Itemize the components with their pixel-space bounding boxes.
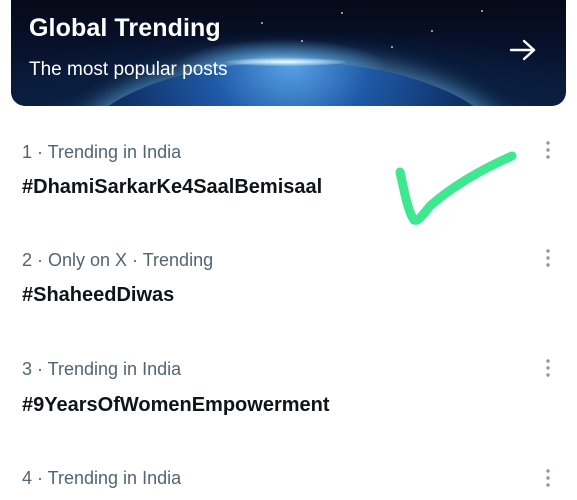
trend-hashtag[interactable]: #9YearsOfWomenEmpowerment bbox=[22, 394, 330, 417]
trend-meta: 4 · Trending in India bbox=[22, 468, 182, 488]
hand-drawn-checkmark-icon bbox=[395, 151, 517, 225]
global-trending-banner[interactable]: Global Trending The most popular posts bbox=[11, 0, 566, 106]
more-vertical-icon[interactable] bbox=[541, 358, 555, 378]
more-vertical-icon[interactable] bbox=[541, 468, 555, 488]
star bbox=[391, 46, 393, 48]
trend-item-2[interactable]: 2 · Only on X · Trending #ShaheedDiwas bbox=[0, 246, 577, 342]
banner-title: Global Trending bbox=[29, 14, 221, 42]
more-vertical-icon[interactable] bbox=[541, 140, 555, 160]
trending-page: Global Trending The most popular posts 1… bbox=[0, 0, 577, 500]
more-vertical-icon[interactable] bbox=[541, 248, 555, 268]
trend-hashtag[interactable]: #DhamiSarkarKe4SaalBemisaal bbox=[22, 176, 322, 199]
star bbox=[301, 40, 303, 42]
star bbox=[431, 30, 433, 32]
star bbox=[481, 10, 483, 12]
trend-item-4[interactable]: 4 · Trending in India bbox=[0, 464, 577, 500]
star bbox=[261, 22, 263, 24]
arrow-right-icon[interactable] bbox=[508, 38, 538, 62]
banner-subtitle: The most popular posts bbox=[29, 59, 228, 80]
trend-meta: 1 · Trending in India bbox=[22, 142, 182, 162]
trend-meta: 3 · Trending in India bbox=[22, 359, 182, 379]
trend-hashtag[interactable]: #ShaheedDiwas bbox=[22, 284, 174, 307]
sunrise-flare bbox=[226, 58, 346, 66]
trend-meta: 2 · Only on X · Trending bbox=[22, 250, 214, 270]
trend-item-3[interactable]: 3 · Trending in India #9YearsOfWomenEmpo… bbox=[0, 356, 577, 452]
star bbox=[341, 12, 343, 14]
